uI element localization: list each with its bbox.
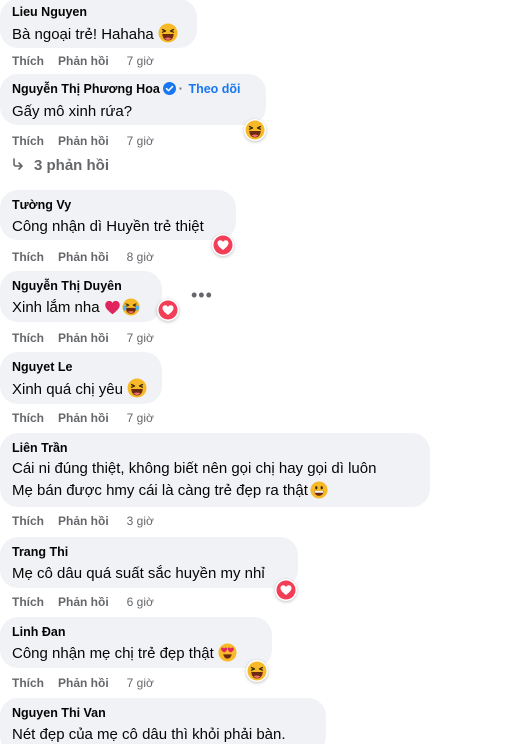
reply-button[interactable]: Phản hồi <box>58 53 109 69</box>
comment-text: Gấy mô xinh rứa? <box>12 103 133 120</box>
comment-timestamp[interactable]: 7 giờ <box>127 133 154 149</box>
replies-count-label: 3 phản hồi <box>34 157 109 174</box>
comment-actions: Thích Phản hồi 6 giờ <box>12 594 154 610</box>
red-heart-emoji-icon <box>104 299 121 322</box>
haha-reaction-icon[interactable] <box>244 119 266 141</box>
separator-dot: · <box>178 82 183 96</box>
reply-button[interactable]: Phản hồi <box>58 330 109 346</box>
reply-button[interactable]: Phản hồi <box>58 133 109 149</box>
more-options-icon[interactable]: ••• <box>191 286 213 304</box>
comment-timestamp[interactable]: 7 giờ <box>127 330 154 346</box>
comment-actions: Thích Phản hồi 3 giờ <box>12 513 154 529</box>
like-button[interactable]: Thích <box>12 133 44 149</box>
comment-author[interactable]: Liên Trần <box>12 440 418 456</box>
comment-timestamp[interactable]: 7 giờ <box>127 410 154 426</box>
comment-timestamp[interactable]: 8 giờ <box>127 249 154 265</box>
comment-author[interactable]: Trang Thi <box>12 544 286 560</box>
love-reaction-icon[interactable] <box>157 299 179 321</box>
comment-timestamp[interactable]: 7 giờ <box>127 53 154 69</box>
comment-text: Công nhận dì Huyền trẻ thiệt <box>12 218 204 235</box>
like-button[interactable]: Thích <box>12 594 44 610</box>
comment-text: Nét đẹp của mẹ cô dâu thì khỏi phải bàn. <box>12 726 286 743</box>
like-button[interactable]: Thích <box>12 675 44 691</box>
like-button[interactable]: Thích <box>12 410 44 426</box>
comment-actions: Thích Phản hồi 7 giờ <box>12 675 154 691</box>
comment-bubble: Nguyen Thi Van Nét đẹp của mẹ cô dâu thì… <box>0 698 326 744</box>
follow-button[interactable]: Theo dõi <box>188 82 240 96</box>
comment-text: Mẹ cô dâu quá suất sắc huyền my nhỉ <box>12 565 265 582</box>
love-reaction-icon[interactable] <box>275 579 297 601</box>
comment-actions: Thích Phản hồi 7 giờ <box>12 330 154 346</box>
laughing-emoji-icon <box>157 22 178 49</box>
comment-bubble: Nguyet Le Xinh quá chị yêu <box>0 352 162 404</box>
reply-button[interactable]: Phản hồi <box>58 410 109 426</box>
verified-badge-icon <box>162 82 176 99</box>
reply-button[interactable]: Phản hồi <box>58 513 109 529</box>
view-replies-link[interactable]: 3 phản hồi <box>12 157 109 174</box>
comment-bubble: Tường Vy Công nhận dì Huyền trẻ thiệt <box>0 190 236 240</box>
comment-actions: Thích Phản hồi 8 giờ <box>12 249 154 265</box>
comment-author[interactable]: Nguyen Thi Van <box>12 705 314 721</box>
comment-actions: Thích Phản hồi 7 giờ <box>12 410 154 426</box>
reply-button[interactable]: Phản hồi <box>58 675 109 691</box>
tears-of-joy-emoji-icon <box>121 297 140 322</box>
like-button[interactable]: Thích <box>12 249 44 265</box>
laughing-emoji-icon <box>126 377 148 404</box>
love-reaction-icon[interactable] <box>212 234 234 256</box>
like-button[interactable]: Thích <box>12 513 44 529</box>
reply-button[interactable]: Phản hồi <box>58 594 109 610</box>
comment-bubble: Nguyễn Thị Duyên Xinh lắm nha <box>0 271 162 322</box>
like-button[interactable]: Thích <box>12 330 44 346</box>
reply-button[interactable]: Phản hồi <box>58 249 109 265</box>
comment-author[interactable]: Nguyet Le <box>12 359 150 375</box>
grinning-emoji-icon <box>310 481 328 506</box>
comment-text: Công nhận mẹ chị trẻ đẹp thật <box>12 645 214 662</box>
comment-actions: Thích Phản hồi 7 giờ <box>12 133 154 149</box>
comment-author[interactable]: Nguyễn Thị Phương Hoa <box>12 82 160 96</box>
comment-actions: Thích Phản hồi 7 giờ <box>12 53 154 69</box>
comment-timestamp[interactable]: 6 giờ <box>127 594 154 610</box>
comment-text: Xinh lắm nha <box>12 299 100 316</box>
comment-text: Bà ngoại trẻ! Hahaha <box>12 26 154 43</box>
comment-author[interactable]: Lieu Nguyen <box>12 4 185 20</box>
comment-text-line: Cái ni đúng thiệt, không biết nên gọi ch… <box>12 460 377 477</box>
comment-text: Xinh quá chị yêu <box>12 381 123 398</box>
haha-reaction-icon[interactable] <box>246 660 268 682</box>
comment-author[interactable]: Linh Đan <box>12 624 260 640</box>
heart-eyes-emoji-icon <box>218 643 237 668</box>
comment-timestamp[interactable]: 7 giờ <box>127 675 154 691</box>
comment-bubble: Linh Đan Công nhận mẹ chị trẻ đẹp thật <box>0 617 272 668</box>
comment-bubble: Lieu Nguyen Bà ngoại trẻ! Hahaha <box>0 0 197 48</box>
reply-arrow-icon <box>12 157 24 174</box>
comment-bubble: Nguyễn Thị Phương Hoa · Theo dõi Gấy mô x… <box>0 74 266 125</box>
comment-bubble: Trang Thi Mẹ cô dâu quá suất sắc huyền m… <box>0 537 298 588</box>
comment-timestamp[interactable]: 3 giờ <box>127 513 154 529</box>
comment-author[interactable]: Nguyễn Thị Duyên <box>12 278 150 294</box>
comment-bubble: Liên Trần Cái ni đúng thiệt, không biết … <box>0 433 430 507</box>
comment-author[interactable]: Tường Vy <box>12 197 224 213</box>
comment-text-line: Mẹ bán được hmy cái là càng trẻ đẹp ra t… <box>12 482 308 499</box>
like-button[interactable]: Thích <box>12 53 44 69</box>
